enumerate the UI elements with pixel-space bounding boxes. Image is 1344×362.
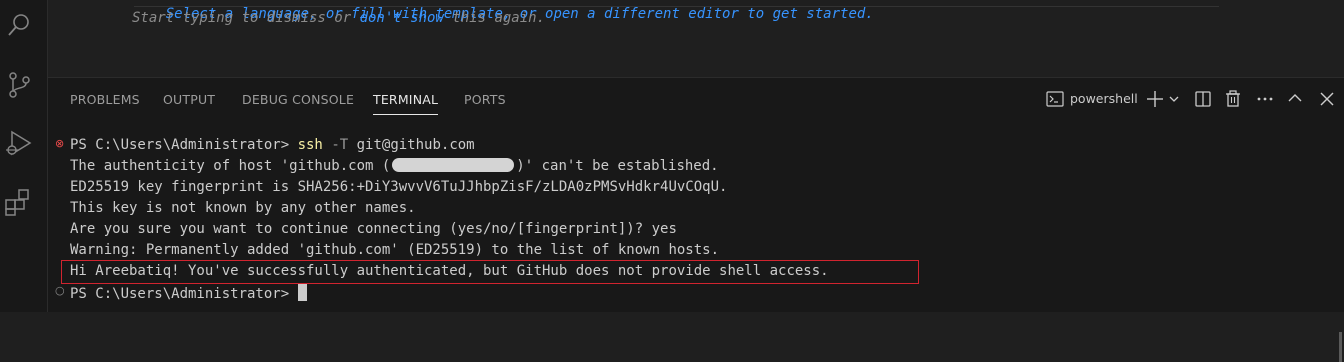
add-icon[interactable] [1145,88,1165,110]
search-icon[interactable] [4,10,34,40]
bottom-panel: PROBLEMS OUTPUT DEBUG CONSOLE TERMINAL P… [48,77,1344,362]
terminal-cursor [297,284,307,301]
command-error-decoration[interactable]: ⊗ [55,137,64,150]
terminal-line-fingerprint: ED25519 key fingerprint is SHA256:+DiY3w… [70,179,728,195]
terminal-profile-button[interactable]: powershell [1046,88,1141,110]
source-control-icon[interactable] [4,70,34,100]
tab-terminal[interactable]: TERMINAL [373,92,439,115]
terminal-line-confirm: Are you sure you want to continue connec… [70,221,677,237]
run-debug-icon[interactable] [4,128,34,158]
editor-divider [134,6,1219,7]
scrollbar-thumb[interactable] [1339,332,1342,362]
close-icon[interactable] [1318,88,1336,110]
terminal-line-success: Hi Areebatiq! You've successfully authen… [70,263,829,279]
extensions-icon[interactable] [4,187,34,217]
maximize-icon[interactable] [1286,88,1304,110]
terminal-line-authenticity: The authenticity of host 'github.com ()'… [70,158,719,174]
redacted-ip [392,158,515,172]
editor-hint-line-2: Start typing to dismiss or don't show th… [132,10,546,26]
terminal-icon [1046,91,1064,107]
terminal-line-unknown-key: This key is not known by any other names… [70,200,416,216]
panel-tab-bar: PROBLEMS OUTPUT DEBUG CONSOLE TERMINAL P… [48,78,1344,120]
shell-label: powershell [1070,91,1138,106]
more-icon[interactable] [1255,88,1275,110]
command-default-decoration[interactable]: ○ [55,284,65,297]
chevron-down-icon[interactable] [1167,88,1181,110]
tab-problems[interactable]: PROBLEMS [70,92,140,107]
terminal-output[interactable]: ⊗ PS C:\Users\Administrator> ssh -T git@… [48,135,1344,362]
tab-ports[interactable]: PORTS [464,92,506,107]
activity-bar [0,0,48,312]
tab-output[interactable]: OUTPUT [163,92,215,107]
editor-area[interactable]: Select a language, or fill with template… [48,0,1344,76]
terminal-scrollbar[interactable] [1336,192,1344,362]
terminal-line-warning: Warning: Permanently added 'github.com' … [70,242,720,258]
terminal-line-prompt: PS C:\Users\Administrator> [70,284,307,302]
dont-show-link[interactable]: don't show [360,10,444,26]
terminal-line-prompt-command: PS C:\Users\Administrator> ssh -T git@gi… [70,137,475,153]
trash-icon[interactable] [1224,88,1242,110]
split-icon[interactable] [1194,88,1212,110]
tab-debug-console[interactable]: DEBUG CONSOLE [242,92,354,107]
